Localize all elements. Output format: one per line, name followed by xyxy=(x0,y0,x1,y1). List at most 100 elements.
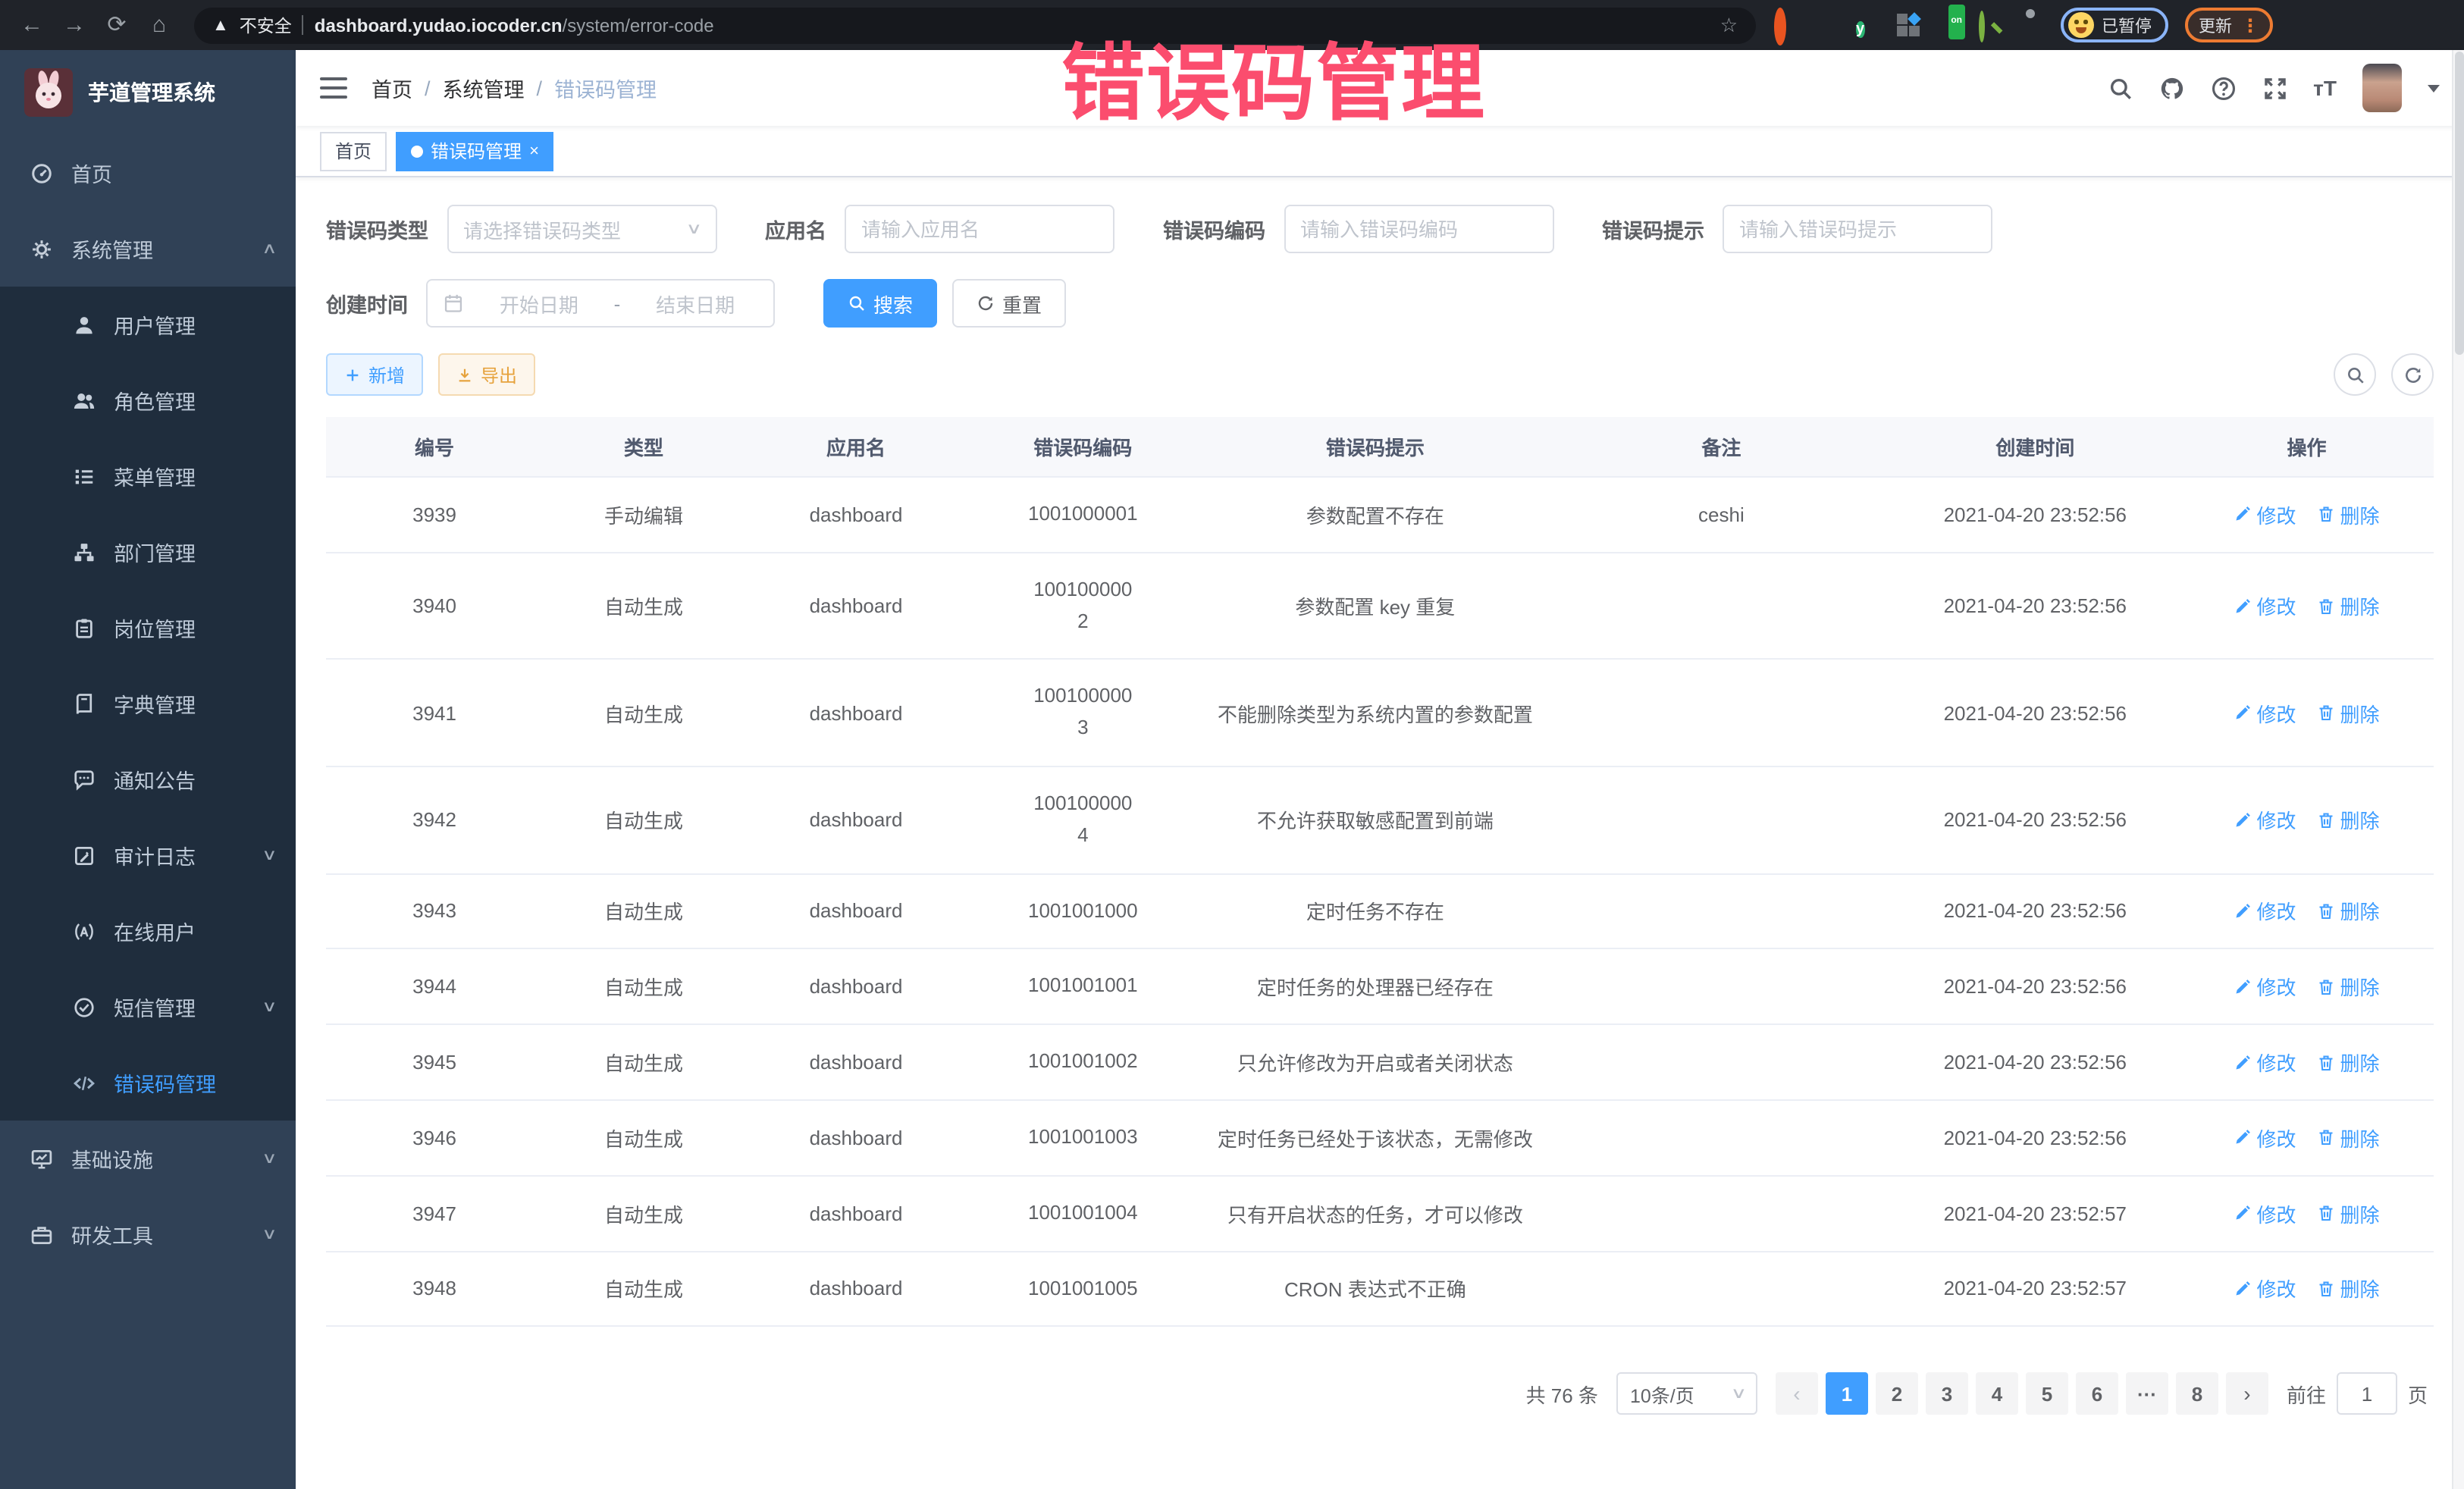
edit-link[interactable]: 修改 xyxy=(2234,1048,2296,1077)
refresh-table-button[interactable] xyxy=(2391,353,2434,396)
extensions-puzzle-icon[interactable] xyxy=(2020,13,2044,37)
breadcrumb-home[interactable]: 首页 xyxy=(371,73,412,103)
sidebar-item-通知公告[interactable]: 通知公告 xyxy=(0,741,296,817)
edit-link[interactable]: 修改 xyxy=(2234,1199,2296,1227)
breadcrumb-system[interactable]: 系统管理 xyxy=(443,73,525,103)
browser-forward-icon[interactable]: → xyxy=(58,8,91,42)
prev-page-button[interactable]: ‹ xyxy=(1776,1373,1818,1415)
next-page-button[interactable]: › xyxy=(2226,1373,2268,1415)
page-scrollbar[interactable] xyxy=(2452,50,2464,1489)
browser-back-icon[interactable]: ← xyxy=(15,8,49,42)
delete-link[interactable]: 删除 xyxy=(2318,973,2380,1002)
delete-icon xyxy=(2318,597,2336,615)
chevron-up-icon: ∧ xyxy=(261,240,277,257)
reset-button[interactable]: 重置 xyxy=(952,279,1066,328)
extension-key-icon[interactable] xyxy=(1979,13,2003,37)
page-size-select[interactable]: 10条/页 ∨ xyxy=(1616,1373,1757,1415)
hamburger-icon[interactable] xyxy=(320,77,347,99)
more-pages-button[interactable]: ··· xyxy=(2126,1373,2168,1415)
page-button-6[interactable]: 6 xyxy=(2076,1373,2118,1415)
sidebar-item-角色管理[interactable]: 角色管理 xyxy=(0,362,296,438)
delete-link[interactable]: 删除 xyxy=(2318,1274,2380,1303)
edit-link[interactable]: 修改 xyxy=(2234,500,2296,529)
sidebar-item-岗位管理[interactable]: 岗位管理 xyxy=(0,590,296,666)
sidebar-item-字典管理[interactable]: 字典管理 xyxy=(0,666,296,741)
sidebar-item-基础设施[interactable]: 基础设施∨ xyxy=(0,1121,296,1196)
sidebar-item-首页[interactable]: 首页 xyxy=(0,135,296,211)
github-icon[interactable] xyxy=(2158,75,2184,101)
table-body: 3939手动编辑dashboard1001000001参数配置不存在ceshi2… xyxy=(326,477,2434,1327)
address-bar[interactable]: ▲ 不安全 dashboard.yudao.iocoder.cn/system/… xyxy=(194,7,1756,43)
edit-link[interactable]: 修改 xyxy=(2234,698,2296,727)
delete-link[interactable]: 删除 xyxy=(2318,591,2380,620)
profile-paused-chip[interactable]: 已暂停 xyxy=(2061,8,2168,42)
tab-home[interactable]: 首页 xyxy=(320,131,387,171)
edit-link[interactable]: 修改 xyxy=(2234,1274,2296,1303)
edit-link[interactable]: 修改 xyxy=(2234,1124,2296,1152)
edit-link[interactable]: 修改 xyxy=(2234,897,2296,926)
browser-update-button[interactable]: 更新 ⋮ xyxy=(2185,8,2273,42)
sidebar-item-短信管理[interactable]: 短信管理∨ xyxy=(0,969,296,1045)
delete-link[interactable]: 删除 xyxy=(2318,698,2380,727)
delete-link[interactable]: 删除 xyxy=(2318,897,2380,926)
extension-orange-icon[interactable] xyxy=(1774,13,1798,37)
sidebar-item-审计日志[interactable]: 审计日志∨ xyxy=(0,817,296,893)
page-button-8[interactable]: 8 xyxy=(2176,1373,2218,1415)
page-button-1[interactable]: 1 xyxy=(1826,1373,1868,1415)
search-button[interactable]: 搜索 xyxy=(823,279,937,328)
tab-error-code[interactable]: 错误码管理 × xyxy=(396,131,554,171)
extension-tampermonkey-icon[interactable]: on xyxy=(1938,14,1962,36)
browser-home-icon[interactable]: ⌂ xyxy=(143,8,176,42)
scrollbar-thumb[interactable] xyxy=(2455,52,2464,355)
font-size-icon[interactable]: тT xyxy=(2313,76,2337,100)
error-type-select[interactable]: 请选择错误码类型 ∨ xyxy=(447,205,716,253)
page-button-5[interactable]: 5 xyxy=(2026,1373,2068,1415)
bookmark-star-icon[interactable]: ☆ xyxy=(1720,13,1738,37)
add-button[interactable]: 新增 xyxy=(326,353,423,396)
cell-time: 2021-04-20 23:52:57 xyxy=(1891,1176,2180,1252)
browser-menu-icon[interactable]: ⋮ xyxy=(2241,17,2259,33)
delete-link[interactable]: 删除 xyxy=(2318,500,2380,529)
table-header-row: 编号类型应用名错误码编码错误码提示备注创建时间操作 xyxy=(326,417,2434,477)
url-host: dashboard.yudao.iocoder.cn xyxy=(315,14,563,36)
extension-grid-icon[interactable] xyxy=(1897,13,1921,37)
cell-remark xyxy=(1552,660,1890,766)
delete-link[interactable]: 删除 xyxy=(2318,1199,2380,1227)
sidebar-item-菜单管理[interactable]: 菜单管理 xyxy=(0,438,296,514)
edit-link[interactable]: 修改 xyxy=(2234,973,2296,1002)
cell-type: 自动生成 xyxy=(543,1176,745,1252)
help-icon[interactable] xyxy=(2210,75,2236,101)
error-hint-input[interactable] xyxy=(1739,218,1976,240)
edit-link[interactable]: 修改 xyxy=(2234,591,2296,620)
user-avatar[interactable] xyxy=(2362,64,2402,112)
sidebar-item-研发工具[interactable]: 研发工具∨ xyxy=(0,1196,296,1272)
refresh-table-icon xyxy=(2403,365,2422,384)
delete-link[interactable]: 删除 xyxy=(2318,1048,2380,1077)
cell-time: 2021-04-20 23:52:56 xyxy=(1891,1100,2180,1176)
extension-blue-icon[interactable] xyxy=(1815,13,1839,37)
delete-link[interactable]: 删除 xyxy=(2318,1124,2380,1152)
sidebar-item-用户管理[interactable]: 用户管理 xyxy=(0,287,296,362)
date-range-picker[interactable]: 开始日期 - 结束日期 xyxy=(426,279,775,328)
edit-link[interactable]: 修改 xyxy=(2234,806,2296,835)
page-button-4[interactable]: 4 xyxy=(1976,1373,2018,1415)
page-button-3[interactable]: 3 xyxy=(1926,1373,1968,1415)
goto-page-input[interactable] xyxy=(2337,1373,2397,1415)
delete-link[interactable]: 删除 xyxy=(2318,806,2380,835)
sidebar-item-部门管理[interactable]: 部门管理 xyxy=(0,514,296,590)
toggle-search-button[interactable] xyxy=(2334,353,2376,396)
export-button[interactable]: 导出 xyxy=(438,353,535,396)
header-search-icon[interactable] xyxy=(2107,75,2133,101)
tab-close-icon[interactable]: × xyxy=(529,142,539,160)
sidebar-item-错误码管理[interactable]: 错误码管理 xyxy=(0,1045,296,1121)
extension-green-y-icon[interactable]: y xyxy=(1856,13,1880,37)
fullscreen-icon[interactable] xyxy=(2262,75,2287,101)
sidebar-item-系统管理[interactable]: 系统管理∧ xyxy=(0,211,296,287)
sidebar-item-在线用户[interactable]: 在线用户 xyxy=(0,893,296,969)
error-code-input[interactable] xyxy=(1300,218,1537,240)
sidebar-logo-row[interactable]: 芋道管理系统 xyxy=(0,50,296,135)
browser-refresh-icon[interactable]: ⟳ xyxy=(100,8,133,42)
page-button-2[interactable]: 2 xyxy=(1876,1373,1918,1415)
user-menu-caret-icon[interactable] xyxy=(2428,84,2440,92)
app-name-input[interactable] xyxy=(861,218,1098,240)
